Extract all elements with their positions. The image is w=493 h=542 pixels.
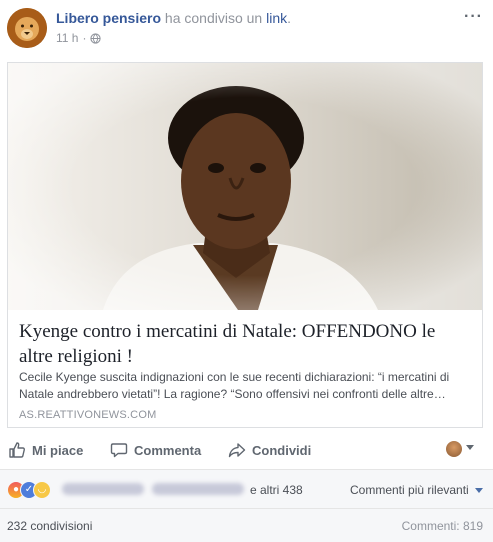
share-label: Condividi [252, 442, 312, 458]
period: . [287, 10, 292, 26]
post-header: Libero pensiero ha condiviso un link. 11… [0, 0, 493, 58]
link-title[interactable]: Kyenge contro i mercatini di Natale: OFF… [19, 319, 469, 369]
comments-count[interactable]: Commenti: 819 [402, 519, 483, 533]
author-avatar[interactable] [7, 8, 47, 48]
comment-sort-dropdown[interactable]: Commenti più rilevanti [350, 483, 483, 497]
share-button[interactable]: Condividi [228, 433, 311, 467]
post-footer: 232 condivisioni Commenti: 819 [0, 509, 493, 542]
link-image[interactable] [8, 63, 482, 310]
blurred-names[interactable] [60, 483, 248, 496]
chevron-down-icon [474, 487, 483, 493]
like-label: Mi piace [32, 442, 84, 458]
chevron-down-icon[interactable] [466, 445, 474, 450]
reactions-bar: ● ✓ ◡ e altri 438 Commenti più rilevanti [0, 470, 493, 508]
shared-link[interactable]: link [266, 10, 287, 26]
link-domain: AS.REATTIVONEWS.COM [19, 409, 157, 421]
link-description: Cecile Kyenge suscita indignazioni con l… [19, 370, 450, 401]
author-line: Libero pensiero ha condiviso un link. [56, 10, 291, 26]
comment-icon [110, 443, 128, 458]
action-bar: Mi piace Commenta Condividi [0, 433, 493, 467]
reaction-icons[interactable]: ● ✓ ◡ [7, 481, 57, 499]
viewer-avatar[interactable] [446, 441, 462, 457]
like-button[interactable]: Mi piace [8, 433, 83, 467]
meta-separator: · [82, 31, 87, 45]
globe-icon[interactable] [90, 32, 102, 44]
reaction-others-count[interactable]: e altri 438 [250, 483, 303, 497]
comment-sort-label: Commenti più rilevanti [350, 483, 469, 497]
author-name[interactable]: Libero pensiero [56, 10, 161, 26]
shares-count[interactable]: 232 condivisioni [7, 519, 92, 533]
haha-reaction-icon[interactable]: ◡ [33, 481, 51, 499]
comment-label: Commenta [134, 442, 202, 458]
share-icon [228, 443, 246, 458]
action-text: ha condiviso un [164, 10, 263, 26]
comment-button[interactable]: Commenta [110, 433, 201, 467]
post-meta: 11 h · [56, 31, 102, 45]
link-card[interactable]: Kyenge contro i mercatini di Natale: OFF… [7, 62, 483, 428]
more-icon[interactable]: ··· [464, 8, 483, 26]
post-time[interactable]: 11 h [56, 31, 78, 45]
like-icon [9, 442, 25, 458]
lion-avatar-icon [7, 8, 47, 48]
